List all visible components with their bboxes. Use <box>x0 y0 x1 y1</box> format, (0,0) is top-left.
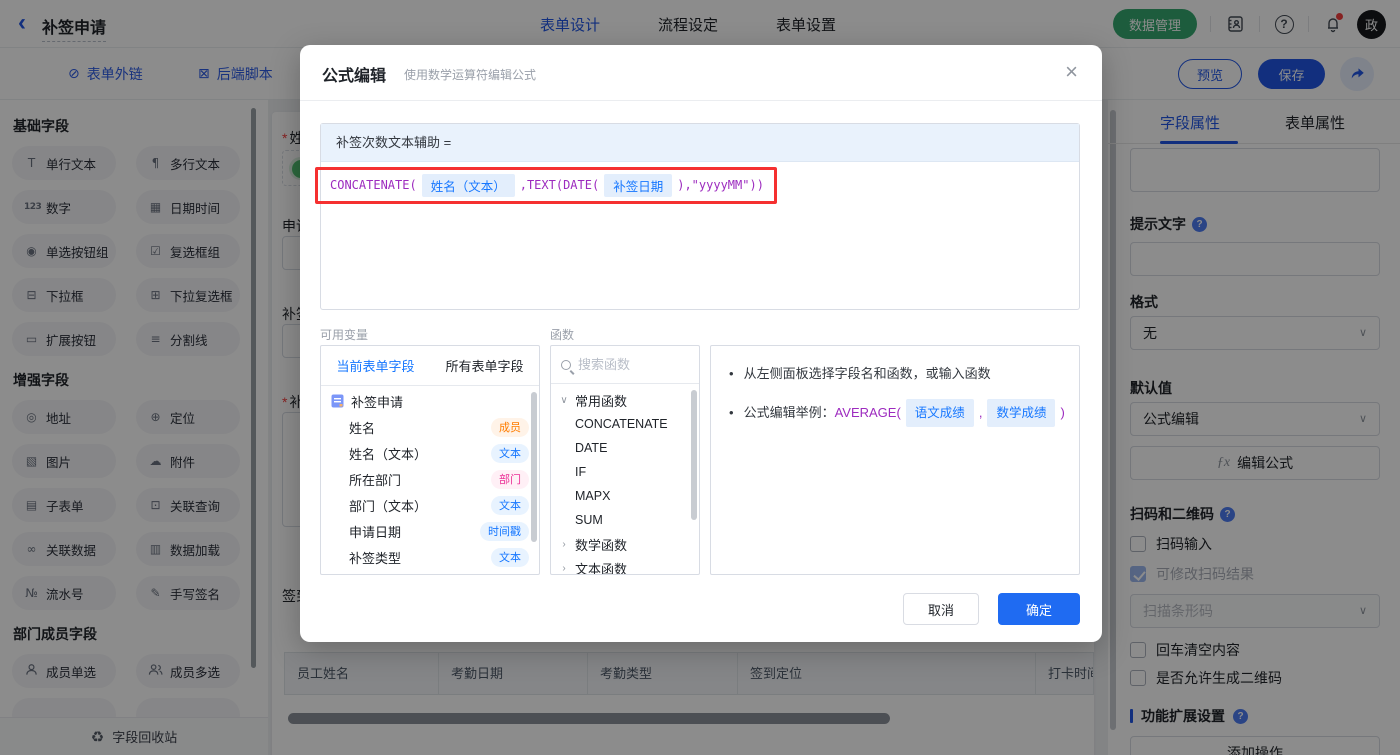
example-function: AVERAGE( <box>834 405 901 420</box>
function-item[interactable]: IF <box>551 460 699 484</box>
type-badge: 文本 <box>491 547 529 567</box>
modal-subtitle: 使用数学运算符编辑公式 <box>404 68 537 82</box>
function-group-math[interactable]: › 数学函数 <box>551 532 699 556</box>
function-item[interactable]: SUM <box>551 508 699 532</box>
formula-function: ),"yyyyMM")) <box>677 178 764 192</box>
app-root: ‹ 补签申请 表单设计 流程设定 表单设置 数据管理 ? 政 ⊘ 表单外链 ⊠ … <box>0 0 1400 755</box>
variable-item[interactable]: 部门（文本） 文本 <box>321 492 539 518</box>
formula-edit-modal: 公式编辑 使用数学运算符编辑公式 × 补签次数文本辅助 = CONCATENAT… <box>300 45 1102 642</box>
modal-title: 公式编辑 <box>322 68 387 85</box>
bullet-icon: • <box>729 366 734 381</box>
tree-root[interactable]: 补签申请 <box>321 388 539 414</box>
tip-line: • 从左侧面板选择字段名和函数，或输入函数 <box>729 362 1063 386</box>
type-badge: 成员 <box>491 417 529 437</box>
formula-expression[interactable]: CONCATENATE( 姓名（文本） ,TEXT(DATE( 补签日期 ),"… <box>330 173 764 197</box>
caret-down-icon: ∨ <box>560 394 568 406</box>
variable-item[interactable]: 申请日期 时间戳 <box>321 518 539 544</box>
type-badge: 部门 <box>491 469 529 489</box>
tab-all-form-fields[interactable]: 所有表单字段 <box>430 346 539 385</box>
caret-right-icon: › <box>562 538 566 550</box>
variables-label: 可用变量 <box>320 328 369 342</box>
search-icon <box>561 359 571 370</box>
type-badge: 文本 <box>491 495 529 515</box>
variables-tree: 补签申请 姓名 成员 姓名（文本） 文本 所在部门 部门 部门（文本） 文本 申请日期时… <box>321 386 539 570</box>
form-doc-icon <box>331 394 344 408</box>
field-token[interactable]: 补签日期 <box>604 173 673 197</box>
functions-scrollbar[interactable] <box>691 390 697 520</box>
formula-function: CONCATENATE( <box>330 178 417 192</box>
function-item[interactable]: MAPX <box>551 484 699 508</box>
tip-example-line: • 公式编辑举例： AVERAGE( 语文成绩 , 数学成绩 ) <box>729 399 1065 427</box>
variables-panel: 当前表单字段 所有表单字段 补签申请 姓名 成员 姓名（文本） 文本 所在部门 部门 … <box>320 345 540 575</box>
function-search[interactable] <box>551 346 699 384</box>
confirm-button[interactable]: 确定 <box>998 593 1080 625</box>
functions-panel: ∨常用函数 CONCATENATE DATE IF MAPX SUM ›数学函数… <box>550 345 700 575</box>
caret-right-icon: › <box>562 562 566 574</box>
example-close-paren: ) <box>1060 405 1065 420</box>
variables-scrollbar[interactable] <box>531 392 537 542</box>
example-field-token: 语文成绩 <box>905 399 974 427</box>
variable-item[interactable]: 姓名（文本） 文本 <box>321 440 539 466</box>
bullet-icon: • <box>729 405 734 420</box>
field-token[interactable]: 姓名（文本） <box>421 173 515 197</box>
variable-item[interactable]: 所在部门 部门 <box>321 466 539 492</box>
cancel-button[interactable]: 取消 <box>903 593 979 625</box>
type-badge: 文本 <box>491 443 529 463</box>
example-comma: , <box>978 405 983 420</box>
function-group-text[interactable]: › 文本函数 <box>551 556 699 575</box>
function-search-input[interactable] <box>578 357 678 372</box>
functions-tree: ∨ 常用函数 CONCATENATE DATE IF MAPX SUM › 数学函数… <box>551 384 699 575</box>
modal-header: 公式编辑 使用数学运算符编辑公式 × <box>300 45 1102 101</box>
tips-panel: • 从左侧面板选择字段名和函数，或输入函数 • 公式编辑举例： AVERAGE(… <box>710 345 1080 575</box>
example-field-token: 数学成绩 <box>987 399 1056 427</box>
formula-target: 补签次数文本辅助 = <box>321 124 1079 162</box>
variable-item[interactable]: 姓名 成员 <box>321 414 539 440</box>
function-item[interactable]: CONCATENATE <box>551 412 699 436</box>
functions-label: 函数 <box>550 328 575 342</box>
formula-function: ,TEXT(DATE( <box>519 178 600 192</box>
type-badge: 时间戳 <box>480 521 529 541</box>
tab-current-form-fields[interactable]: 当前表单字段 <box>321 346 430 385</box>
variables-tabs: 当前表单字段 所有表单字段 <box>321 346 539 386</box>
function-item[interactable]: DATE <box>551 436 699 460</box>
close-icon[interactable]: × <box>1065 58 1078 86</box>
formula-editor[interactable]: 补签次数文本辅助 = <box>320 123 1080 310</box>
function-group-common[interactable]: ∨ 常用函数 <box>551 388 699 412</box>
variable-item[interactable]: 补签类型 文本 <box>321 544 539 570</box>
